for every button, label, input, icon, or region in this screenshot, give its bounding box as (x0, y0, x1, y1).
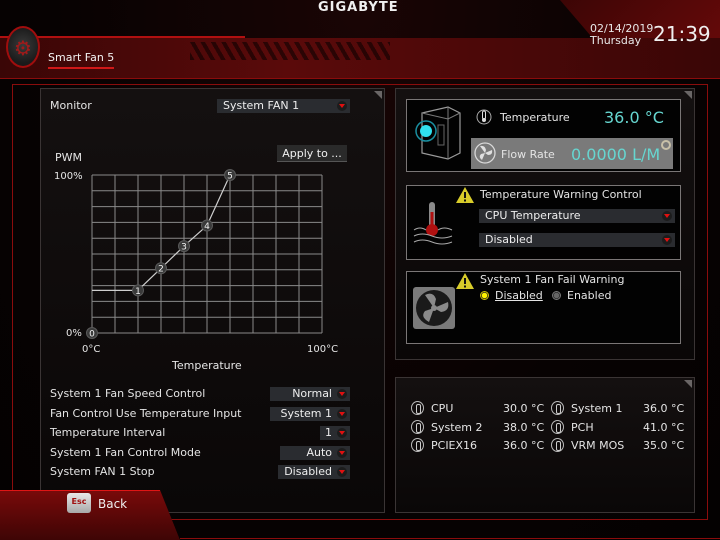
curve-point-label: 4 (204, 222, 210, 232)
setting-label: System FAN 1 Stop (50, 465, 155, 479)
thermometer-icon (551, 401, 564, 415)
temperature-value: 36.0 °C (604, 108, 664, 127)
warning-source-select[interactable]: CPU Temperature (479, 209, 675, 223)
fan-curve-chart[interactable]: PWM 100% 0% 0°C 100°C Temperature 0 1 2 3 4 5 (46, 130, 368, 378)
thermometer-icon (411, 401, 424, 415)
curve-point-5[interactable]: 5 (224, 169, 236, 182)
monitor-label: Monitor (50, 99, 92, 112)
dropdown-arrow-icon (662, 235, 672, 245)
curve-point-3[interactable]: 3 (178, 240, 190, 253)
y-tick-min: 0% (66, 328, 82, 339)
sensor-name: System 1 (571, 402, 623, 415)
sensor-value: 41.0 °C (643, 420, 685, 434)
dropdown-arrow-icon (337, 467, 347, 478)
sensor-value: 36.0 °C (503, 439, 545, 452)
tab-smart-fan-5[interactable]: Smart Fan 5 (48, 51, 115, 69)
back-bar-line (0, 490, 160, 491)
curve-point-label: 3 (181, 243, 187, 253)
brand-logo: GIGABYTE (318, 0, 399, 15)
dropdown-arrow-icon (662, 211, 672, 221)
warning-source-value: CPU Temperature (485, 209, 581, 222)
dropdown-arrow-icon (337, 428, 347, 439)
sensor-name: VRM MOS (571, 439, 625, 452)
fan-fail-enabled-radio[interactable] (552, 291, 561, 300)
setting-value: Auto (306, 445, 332, 459)
header-stripes-decoration (190, 42, 390, 60)
fan-fail-warning-title: System 1 Fan Fail Warning (480, 273, 625, 286)
dropdown-arrow-icon (337, 447, 347, 458)
chart-grid (91, 174, 323, 334)
y-tick-max: 100% (54, 171, 83, 182)
x-axis-label: Temperature (171, 359, 242, 372)
fan-icon (474, 142, 496, 164)
thermometer-icon (551, 438, 564, 452)
sensor-value: 36.0 °C (643, 402, 685, 415)
flow-rate-label: Flow Rate (501, 148, 555, 161)
sensor-value: 30.0 °C (503, 402, 545, 415)
back-button[interactable]: Back (98, 497, 127, 511)
warning-icon (456, 273, 474, 289)
fan-unit-icon (413, 287, 455, 329)
x-tick-min: 0°C (82, 344, 100, 355)
fan-fail-enabled-label[interactable]: Enabled (567, 289, 611, 302)
header-bottom-line (0, 78, 720, 79)
curve-point-2[interactable]: 2 (155, 262, 167, 275)
setting-select[interactable]: 1 (320, 426, 350, 441)
settings-gear-icon[interactable]: ⚙ (6, 26, 40, 68)
temperature-warning-title: Temperature Warning Control (480, 188, 642, 201)
curve-point-1[interactable]: 1 (132, 284, 144, 297)
sensor-name: PCIEX16 (431, 439, 478, 452)
y-axis-label: PWM (55, 151, 82, 164)
x-tick-max: 100°C (307, 344, 338, 355)
dropdown-arrow-icon (337, 408, 347, 419)
curve-point-label: 2 (158, 265, 164, 275)
sensor-value: 38.0 °C (503, 420, 545, 434)
sensor-value: 35.0 °C (643, 439, 685, 452)
thermometer-water-icon (413, 202, 453, 245)
sensor-name: System 2 (431, 420, 483, 434)
setting-value: System 1 (280, 406, 332, 420)
footer-accent-line (180, 538, 720, 539)
thermometer-icon (411, 419, 424, 434)
setting-label: System 1 Fan Speed Control (50, 387, 206, 400)
warning-state-value: Disabled (485, 233, 533, 246)
setting-select[interactable]: Normal (270, 387, 350, 401)
setting-select[interactable]: Auto (280, 445, 350, 460)
setting-label: Temperature Interval (50, 426, 166, 440)
curve-point-label: 5 (227, 172, 233, 182)
warning-state-select[interactable]: Disabled (479, 233, 675, 247)
date-display: 02/14/2019 Thursday (590, 23, 653, 47)
thermometer-icon (551, 419, 564, 434)
monitor-select-value: System FAN 1 (223, 99, 300, 112)
clock-time: 21:39 (653, 22, 711, 46)
setting-select[interactable]: Disabled (278, 465, 350, 480)
setting-select[interactable]: System 1 (270, 406, 350, 421)
setting-label: Fan Control Use Temperature Input (50, 406, 242, 420)
fan-fail-disabled-radio[interactable] (480, 291, 489, 300)
sensor-name: PCH (571, 420, 594, 434)
flow-settings-gear-icon[interactable] (661, 140, 671, 150)
thermometer-icon (476, 109, 492, 125)
sensor-name: CPU (431, 402, 454, 415)
curve-point-label: 1 (135, 287, 141, 297)
fan-fail-disabled-label[interactable]: Disabled (495, 289, 543, 302)
setting-value: Normal (292, 387, 332, 400)
curve-point-0[interactable]: 0 (86, 327, 98, 340)
pc-case-icon (415, 106, 461, 160)
temperature-label: Temperature (500, 111, 570, 124)
setting-value: 1 (325, 426, 332, 440)
monitor-select[interactable]: System FAN 1 (217, 99, 350, 113)
dropdown-arrow-icon (337, 101, 347, 111)
setting-label: System 1 Fan Control Mode (50, 445, 201, 459)
dropdown-arrow-icon (337, 389, 347, 399)
weekday-text: Thursday (590, 34, 642, 47)
setting-value: Disabled (284, 465, 332, 479)
curve-point-4[interactable]: 4 (201, 219, 213, 232)
esc-key-icon[interactable]: Esc (67, 493, 91, 513)
curve-point-label: 0 (89, 330, 95, 340)
thermometer-icon (411, 438, 424, 452)
flow-rate-value: 0.0000 L/M (571, 145, 661, 164)
